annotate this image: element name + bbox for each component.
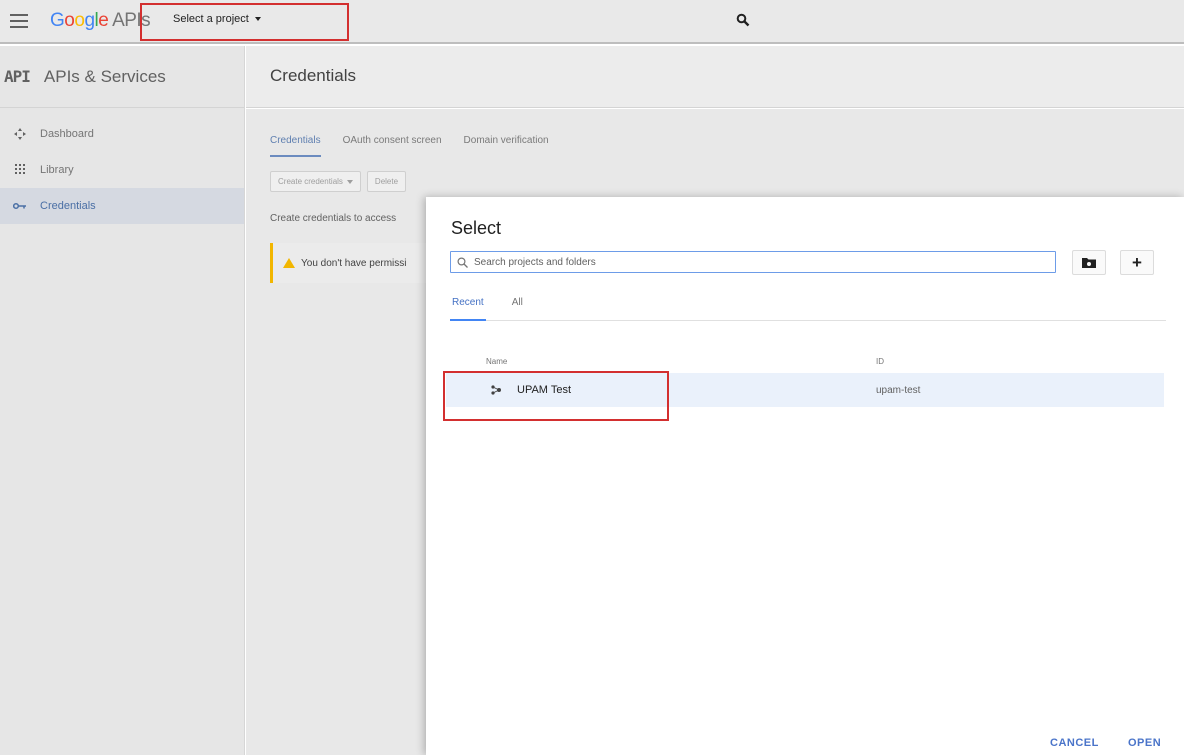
dialog-title: Select	[451, 218, 502, 238]
tab-all[interactable]: All	[510, 297, 525, 321]
api-logo-icon: API	[4, 67, 31, 86]
column-header-id: ID	[876, 357, 884, 366]
sidebar-item-label: Credentials	[40, 200, 96, 212]
tab-oauth-consent-screen[interactable]: OAuth consent screen	[343, 135, 442, 157]
search-icon	[736, 13, 750, 27]
new-project-button[interactable]: +	[1120, 250, 1154, 275]
library-icon	[0, 164, 40, 176]
sidebar-item-dashboard[interactable]: Dashboard	[0, 116, 244, 152]
sidebar-item-label: Library	[40, 164, 74, 176]
new-folder-button[interactable]	[1072, 250, 1106, 275]
top-search-bar[interactable]	[730, 0, 1184, 42]
search-icon	[457, 256, 468, 268]
sidebar: API APIs & Services Dashboard Library Cr…	[0, 46, 245, 755]
tab-credentials[interactable]: Credentials	[270, 135, 321, 157]
top-app-bar: Google APIs Select a project	[0, 0, 1184, 44]
tab-domain-verification[interactable]: Domain verification	[464, 135, 549, 157]
warning-text: You don't have permissi	[301, 257, 407, 269]
project-search-input[interactable]	[474, 256, 1034, 268]
page-title: Credentials	[270, 66, 356, 85]
project-name: UPAM Test	[517, 384, 571, 396]
delete-button[interactable]: Delete	[366, 171, 407, 192]
dropdown-caret-icon	[346, 179, 353, 184]
sidebar-item-label: Dashboard	[40, 128, 94, 140]
permission-warning: You don't have permissi	[270, 243, 430, 283]
create-credentials-button[interactable]: Create credentials	[270, 171, 361, 192]
project-search-field[interactable]	[450, 251, 1056, 273]
project-picker-button[interactable]: Select a project	[173, 13, 261, 25]
dashboard-icon	[0, 128, 40, 140]
open-button[interactable]: OPEN	[1128, 737, 1161, 749]
sidebar-header: API APIs & Services	[0, 46, 244, 108]
main-header: Credentials	[246, 46, 1184, 108]
dialog-tabs: Recent All	[450, 297, 1166, 321]
select-project-dialog: Select + Recent All Name ID UPAM Test up…	[426, 197, 1184, 755]
sidebar-item-library[interactable]: Library	[0, 152, 244, 188]
credentials-hint: Create credentials to access	[270, 213, 397, 224]
tab-recent[interactable]: Recent	[450, 297, 486, 321]
warning-icon	[283, 258, 295, 268]
folder-icon	[1082, 258, 1096, 268]
hamburger-menu-icon[interactable]	[10, 14, 28, 28]
google-apis-logo[interactable]: Google APIs	[50, 10, 151, 32]
key-icon	[0, 202, 40, 210]
credentials-toolbar: Create credentials Delete	[270, 171, 407, 192]
dropdown-caret-icon	[254, 17, 261, 21]
sidebar-title: APIs & Services	[43, 66, 166, 86]
cancel-button[interactable]: CANCEL	[1050, 737, 1099, 749]
sidebar-item-credentials[interactable]: Credentials	[0, 188, 244, 224]
project-id: upam-test	[876, 385, 921, 396]
credentials-tabs: Credentials OAuth consent screen Domain …	[270, 135, 549, 157]
project-picker-label: Select a project	[173, 13, 249, 25]
plus-icon: +	[1132, 253, 1142, 272]
column-header-name: Name	[486, 357, 508, 366]
project-icon	[491, 385, 501, 395]
project-row[interactable]: UPAM Test upam-test	[446, 373, 1164, 407]
